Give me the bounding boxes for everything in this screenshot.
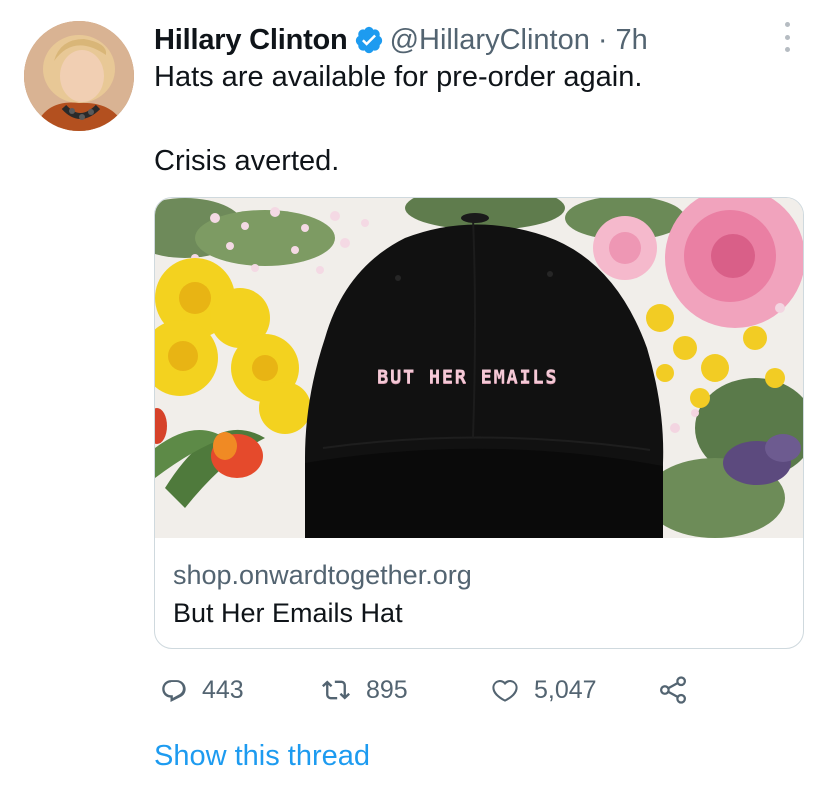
retweet-count: 895 <box>366 675 408 704</box>
tweet-text-line-1: Hats are available for pre-order again. <box>154 61 643 93</box>
separator-dot: · <box>597 23 608 56</box>
card-title: But Her Emails Hat <box>173 598 403 628</box>
reply-icon <box>160 676 188 704</box>
tweet-text-line-2: Crisis averted. <box>154 145 340 177</box>
share-button[interactable] <box>658 670 688 710</box>
retweet-button[interactable]: 895 <box>320 670 408 710</box>
share-icon <box>658 675 688 705</box>
more-options-icon[interactable] <box>778 22 796 52</box>
retweet-icon <box>320 676 352 704</box>
tweet-header: Hillary Clinton @HillaryClinton · 7h <box>154 20 648 60</box>
avatar[interactable] <box>24 21 134 131</box>
tweet-timestamp[interactable]: 7h <box>616 24 648 57</box>
like-button[interactable]: 5,047 <box>490 670 597 710</box>
hat-embroidery-text: BUT HER EMAILS <box>377 366 559 388</box>
link-card[interactable]: BUT HER EMAILS shop.onwardtogether.org B… <box>154 197 804 649</box>
verified-badge-icon <box>354 25 384 55</box>
card-domain: shop.onwardtogether.org <box>173 560 472 590</box>
show-thread-link[interactable]: Show this thread <box>154 740 370 773</box>
action-bar: 443 895 5,047 <box>154 670 754 710</box>
like-count: 5,047 <box>534 675 597 704</box>
card-image[interactable]: BUT HER EMAILS <box>155 198 803 538</box>
tweet[interactable]: Hillary Clinton @HillaryClinton · 7h Hat… <box>0 0 828 800</box>
reply-button[interactable]: 443 <box>160 670 244 710</box>
like-icon <box>490 676 520 704</box>
reply-count: 443 <box>202 675 244 704</box>
author-handle[interactable]: @HillaryClinton <box>390 24 590 57</box>
author-name[interactable]: Hillary Clinton <box>154 24 348 57</box>
